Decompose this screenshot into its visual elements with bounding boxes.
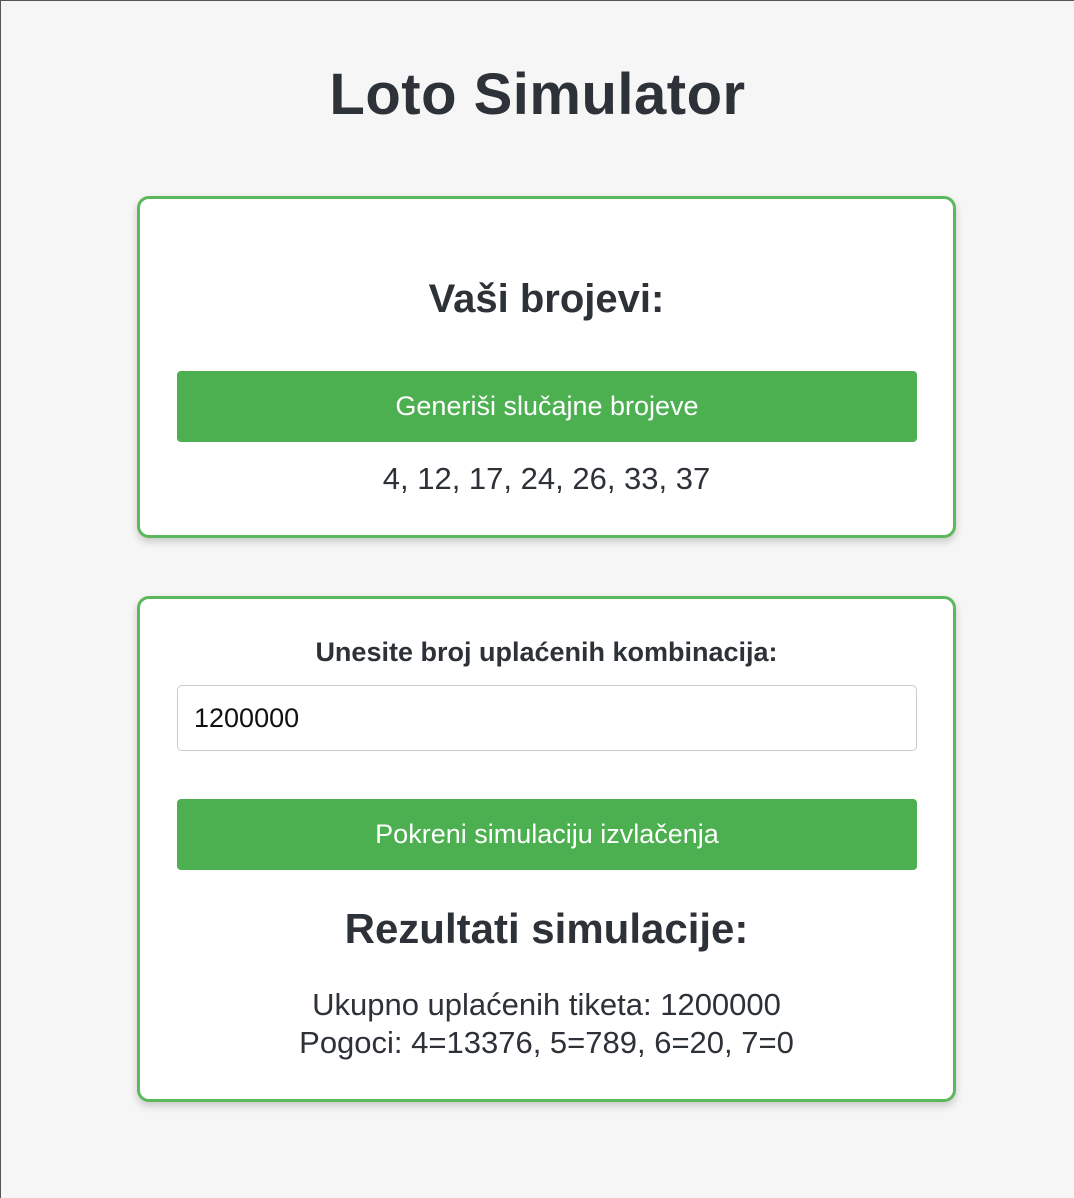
page-title: Loto Simulator — [329, 62, 746, 127]
combinations-input[interactable] — [177, 685, 917, 751]
generate-numbers-button[interactable]: Generiši slučajne brojeve — [177, 371, 917, 442]
selected-numbers: 4, 12, 17, 24, 26, 33, 37 — [382, 461, 711, 496]
results-hits: Pogoci: 4=13376, 5=789, 6=20, 7=0 — [299, 1025, 794, 1060]
combinations-label: Unesite broj uplaćenih kombinacija: — [315, 637, 778, 667]
run-simulation-button[interactable]: Pokreni simulaciju izvlačenja — [177, 799, 917, 870]
results-total-tickets: Ukupno uplaćenih tiketa: 1200000 — [312, 987, 781, 1022]
simulation-card: Unesite broj uplaćenih kombinacija: Pokr… — [137, 596, 956, 1102]
numbers-card: Vaši brojevi: Generiši slučajne brojeve … — [137, 196, 956, 538]
results-heading: Rezultati simulacije: — [344, 905, 749, 952]
numbers-heading: Vaši brojevi: — [428, 277, 665, 321]
